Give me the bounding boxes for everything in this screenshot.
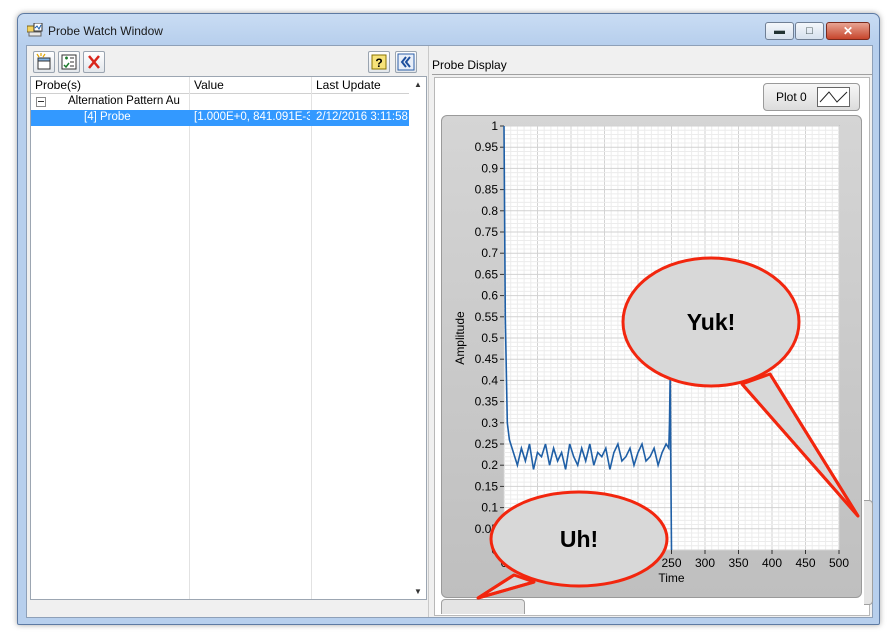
callout-uh: Uh! bbox=[476, 490, 669, 600]
callout-yuk: Yuk! bbox=[621, 256, 860, 518]
callout-text: Uh! bbox=[560, 526, 598, 552]
callout-text: Yuk! bbox=[687, 309, 736, 335]
callout-overlay: Yuk! Uh! bbox=[476, 256, 860, 600]
